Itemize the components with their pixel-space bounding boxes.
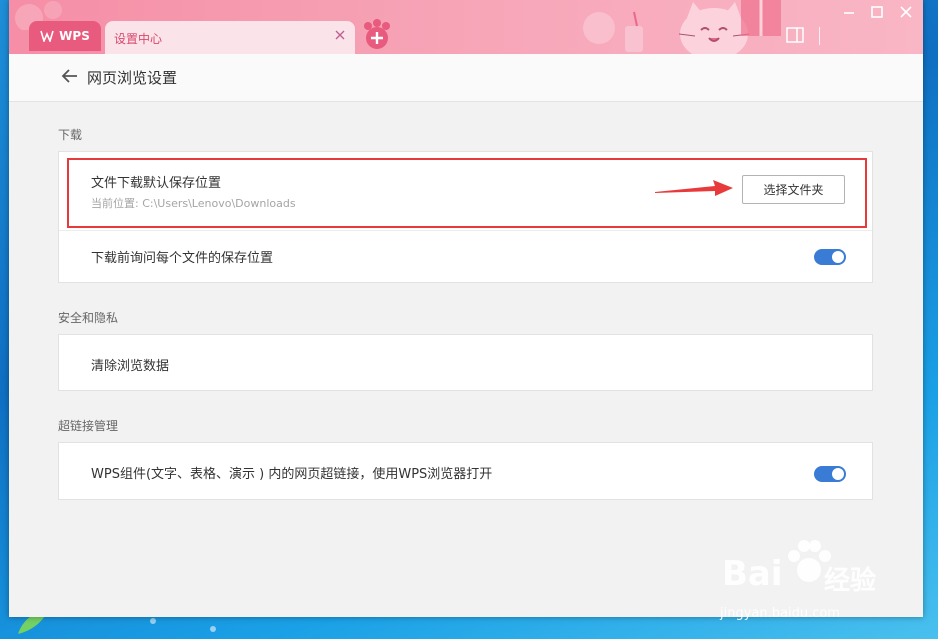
watermark-brand: Bai (722, 554, 783, 594)
clear-browsing-data-row[interactable]: 清除浏览数据 (59, 335, 872, 392)
page-title: 网页浏览设置 (87, 69, 178, 87)
section-title-hyperlink: 超链接管理 (58, 419, 119, 433)
hyperlink-settings-card: WPS组件(文字、表格、演示 ) 内的网页超链接，使用WPS浏览器打开 (58, 442, 873, 500)
desktop-dot-decoration (210, 626, 216, 632)
tab-settings-label: 设置中心 (114, 32, 163, 46)
title-bar: WPS 设置中心 (9, 0, 923, 54)
maximize-icon[interactable] (869, 4, 885, 20)
cup-decoration (625, 11, 643, 52)
titlebar-separator (819, 27, 820, 45)
open-in-wps-label: WPS组件(文字、表格、演示 ) 内的网页超链接，使用WPS浏览器打开 (91, 467, 493, 482)
baidu-jingyan-watermark: Bai 经验 jingyan.baidu.com (718, 538, 918, 630)
red-arrow-annotation (655, 180, 733, 196)
sidebar-toggle-icon[interactable] (786, 27, 804, 43)
tab-settings-center[interactable]: 设置中心 (105, 21, 355, 54)
section-title-download: 下载 (58, 128, 83, 142)
tab-wps-label: WPS (59, 29, 90, 43)
desktop-dot-decoration (150, 618, 156, 624)
ask-before-download-toggle[interactable] (814, 249, 846, 265)
toggle-knob (832, 468, 844, 480)
watermark-brand-suffix: 经验 (824, 566, 877, 596)
toggle-knob (832, 251, 844, 263)
watermark-url: jingyan.baidu.com (720, 606, 840, 621)
red-highlight-box (67, 158, 867, 228)
gift-box-decoration (741, 0, 781, 36)
tab-wps[interactable]: WPS (29, 21, 101, 51)
close-tab-icon[interactable] (333, 28, 347, 42)
page-header: 网页浏览设置 (9, 54, 923, 102)
clear-browsing-data-label[interactable]: 清除浏览数据 (91, 355, 169, 374)
bubble-decoration (583, 12, 615, 44)
back-arrow-icon[interactable] (61, 67, 79, 85)
wps-settings-window: WPS 设置中心 网页浏览设置 下载 文件下载默认保存位置 当前位置: C:\U… (9, 0, 923, 617)
wps-logo-icon (40, 30, 54, 42)
minimize-icon[interactable] (841, 4, 857, 20)
close-window-icon[interactable] (898, 4, 914, 20)
privacy-settings-card: 清除浏览数据 (58, 334, 873, 391)
section-title-privacy: 安全和隐私 (58, 311, 119, 325)
open-in-wps-toggle[interactable] (814, 466, 846, 482)
ask-before-download-label: 下载前询问每个文件的保存位置 (91, 251, 274, 266)
ask-before-download-row: 下载前询问每个文件的保存位置 (59, 231, 872, 284)
open-in-wps-row: WPS组件(文字、表格、演示 ) 内的网页超链接，使用WPS浏览器打开 (59, 443, 872, 501)
new-tab-paw-icon[interactable] (362, 18, 392, 50)
